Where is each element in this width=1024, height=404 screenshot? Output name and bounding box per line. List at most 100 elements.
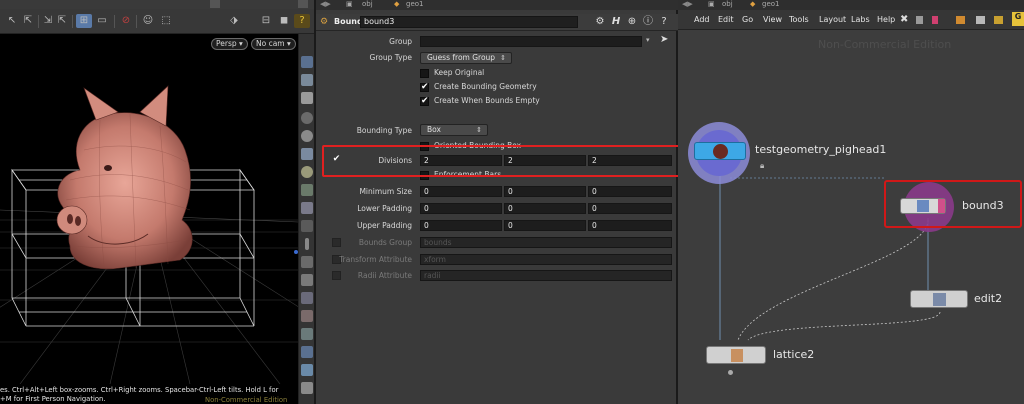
viewport-close-icon[interactable]: ◼ bbox=[276, 14, 292, 28]
select-primitives-icon[interactable]: ⊞ bbox=[76, 14, 92, 28]
group-field[interactable] bbox=[420, 36, 642, 47]
lower-padding-z-field[interactable]: 0 bbox=[588, 203, 672, 214]
parameter-pane: ◀▶ ▣ obj ◆ geo1 ⚙ Bound bound3 ⚙ H ⊕ ⓘ ?… bbox=[314, 0, 682, 404]
pighead-model bbox=[56, 85, 193, 270]
help-icon[interactable]: ? bbox=[294, 14, 310, 28]
min-size-x-field[interactable]: 0 bbox=[420, 186, 502, 197]
param-path-bar: ◀▶ ▣ obj ◆ geo1 bbox=[316, 0, 678, 10]
bounding-type-value: Box bbox=[427, 125, 441, 134]
camera-icon[interactable] bbox=[301, 148, 313, 160]
node-lock-icon: 🔒︎ bbox=[760, 161, 765, 170]
network-editor[interactable]: ◀▶ ▣ obj ◆ geo1 Add Edit Go View Tools L… bbox=[678, 0, 1024, 404]
viewport-3d-scene[interactable] bbox=[0, 50, 298, 384]
select-arrow-icon[interactable]: ↖ bbox=[4, 14, 20, 28]
keep-original-label: Keep Original bbox=[434, 68, 485, 77]
lower-padding-x-field[interactable]: 0 bbox=[420, 203, 502, 214]
min-size-y-field[interactable]: 0 bbox=[504, 186, 586, 197]
param-path-obj[interactable]: obj bbox=[362, 0, 373, 8]
edit-icon[interactable] bbox=[301, 364, 313, 376]
lock-icon[interactable] bbox=[301, 92, 313, 104]
lower-padding-label: Lower Padding bbox=[357, 204, 412, 213]
fill-icon[interactable] bbox=[301, 346, 313, 358]
point-icon[interactable] bbox=[305, 238, 309, 250]
edit-icon bbox=[933, 293, 946, 306]
lattice-icon bbox=[731, 349, 743, 362]
display-options-icon[interactable]: ⬚ bbox=[158, 14, 174, 28]
display-options-sidebar bbox=[298, 34, 314, 404]
sphere-icon[interactable] bbox=[301, 130, 313, 142]
path-obj-icon: ▣ bbox=[346, 0, 353, 8]
camera-menu[interactable]: No cam ▾ bbox=[251, 38, 296, 50]
back-icon[interactable]: ◀▶ bbox=[320, 0, 331, 8]
upper-padding-y-field[interactable]: 0 bbox=[504, 220, 586, 231]
viewport-tab-bar bbox=[0, 0, 314, 9]
grid-icon[interactable]: ⊟ bbox=[258, 14, 274, 28]
create-bounding-geometry-checkbox[interactable]: ✔ bbox=[420, 83, 429, 92]
select-mode-icon[interactable]: ⇱ bbox=[20, 14, 36, 28]
bounds-group-field[interactable]: bounds bbox=[420, 237, 672, 248]
bounding-type-dropdown[interactable]: Box ⇕ bbox=[420, 124, 488, 136]
edit-node-label[interactable]: edit2 bbox=[974, 292, 1002, 305]
group-type-value: Guess from Group bbox=[427, 53, 496, 62]
keep-original-checkbox[interactable] bbox=[420, 69, 429, 78]
lattice-node[interactable] bbox=[706, 346, 766, 364]
viewport-toolbar: ↖ ⇱ ⇲ ⇱ ⊞ ▭ ⊘ ☺ ⬚ ⬗ ⊟ ◼ ? bbox=[0, 9, 314, 34]
pane-arrow-icon[interactable] bbox=[210, 0, 220, 8]
wire-edit-lattice bbox=[747, 311, 941, 341]
edit-node[interactable] bbox=[910, 290, 968, 308]
search-icon[interactable]: ⊕ bbox=[626, 16, 638, 28]
upper-padding-z-field[interactable]: 0 bbox=[588, 220, 672, 231]
uv-icon[interactable] bbox=[301, 328, 313, 340]
path-geo-icon: ◆ bbox=[394, 0, 400, 8]
lattice-output-dot[interactable] bbox=[728, 370, 733, 375]
transform-attr-label: Transform Attribute bbox=[339, 255, 412, 264]
perspective-menu[interactable]: Persp ▾ bbox=[211, 38, 248, 50]
bounds-group-label: Bounds Group bbox=[358, 238, 412, 247]
select-cursor-icon[interactable]: ➤ bbox=[660, 34, 668, 45]
radii-attr-label: Radii Attribute bbox=[357, 271, 412, 280]
texture-icon[interactable] bbox=[301, 184, 313, 196]
testgeometry-node-label[interactable]: testgeometry_pighead1 bbox=[755, 143, 886, 156]
scene-viewport[interactable]: ↖ ⇱ ⇲ ⇱ ⊞ ▭ ⊘ ☺ ⬚ ⬗ ⊟ ◼ ? Persp ▾ No cam… bbox=[0, 0, 314, 404]
create-when-empty-label: Create When Bounds Empty bbox=[434, 96, 540, 105]
min-size-z-field[interactable]: 0 bbox=[588, 186, 672, 197]
curve-icon[interactable] bbox=[301, 292, 313, 304]
help-icon[interactable]: ? bbox=[658, 16, 670, 28]
select-objects-icon[interactable]: ▭ bbox=[94, 14, 110, 28]
node-name-field[interactable]: bound3 bbox=[360, 16, 578, 28]
vector-icon[interactable] bbox=[301, 310, 313, 322]
noncommercial-label: Non-Commercial Edition bbox=[205, 396, 288, 404]
hull-icon[interactable] bbox=[301, 274, 313, 286]
param-header: ⚙ Bound bound3 ⚙ H ⊕ ⓘ ? bbox=[316, 14, 678, 31]
secure-selection-icon[interactable]: ⊘ bbox=[118, 14, 134, 28]
ghost-icon[interactable] bbox=[301, 74, 313, 86]
lower-padding-y-field[interactable]: 0 bbox=[504, 203, 586, 214]
bulb-icon[interactable] bbox=[301, 166, 313, 178]
node-type-icon: ⚙ bbox=[320, 17, 329, 27]
lock-camera-icon[interactable]: ⬗ bbox=[226, 14, 242, 28]
lattice-node-label[interactable]: lattice2 bbox=[773, 348, 814, 361]
normals-icon[interactable] bbox=[301, 256, 313, 268]
create-when-empty-checkbox[interactable]: ✔ bbox=[420, 97, 429, 106]
shading-icon[interactable] bbox=[301, 56, 313, 68]
radii-attr-field[interactable]: radii bbox=[420, 270, 672, 281]
transform-attr-field[interactable]: xform bbox=[420, 254, 672, 265]
param-path-geo[interactable]: geo1 bbox=[406, 0, 424, 8]
group-menu-icon[interactable]: ▾ bbox=[646, 36, 650, 44]
info-icon[interactable]: ⓘ bbox=[642, 16, 654, 28]
help-h-icon[interactable]: H bbox=[610, 16, 622, 28]
gear-icon[interactable]: ⚙ bbox=[594, 16, 606, 28]
light-icon[interactable] bbox=[301, 112, 313, 124]
pane-menu-icon[interactable] bbox=[298, 0, 308, 8]
grid-snap-icon[interactable] bbox=[301, 220, 313, 232]
face-icon[interactable]: ☺ bbox=[140, 14, 156, 28]
upper-padding-x-field[interactable]: 0 bbox=[420, 220, 502, 231]
paint-icon[interactable] bbox=[301, 382, 313, 394]
select-points-icon[interactable]: ⇱ bbox=[54, 14, 70, 28]
group-type-dropdown[interactable]: Guess from Group ⇕ bbox=[420, 52, 512, 64]
viewport-hint-line1: es. Ctrl+Alt+Left box-zooms. Ctrl+Right … bbox=[0, 386, 279, 394]
snap-icon[interactable] bbox=[301, 202, 313, 214]
group-type-label: Group Type bbox=[369, 53, 412, 62]
pighead-icon bbox=[713, 144, 728, 159]
testgeometry-node[interactable] bbox=[694, 142, 746, 160]
